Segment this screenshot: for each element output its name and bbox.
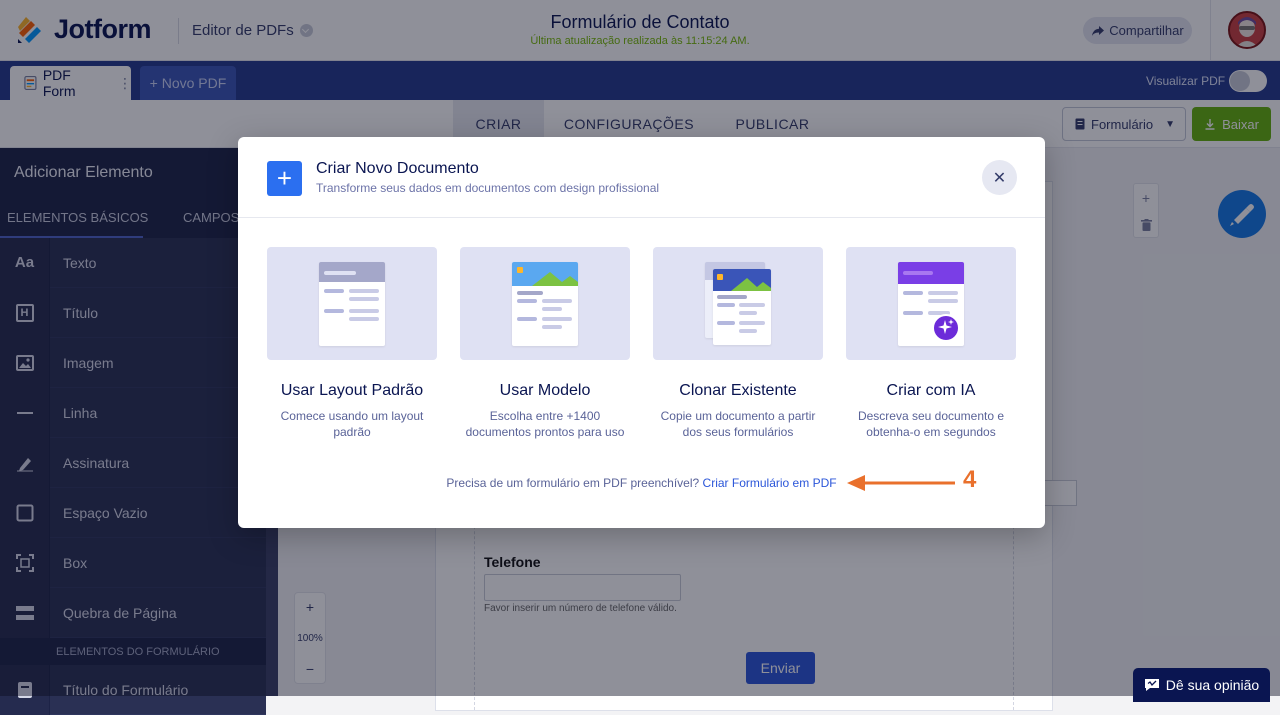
default-layout-illustration [267, 247, 437, 360]
modal-divider [238, 217, 1045, 218]
fillable-pdf-question: Precisa de um formulário em PDF preenchí… [446, 476, 700, 490]
option-create-with-ai[interactable]: Criar com IA Descreva seu documento e ob… [846, 247, 1016, 440]
feedback-label: Dê sua opinião [1165, 677, 1260, 693]
create-fillable-pdf-link[interactable]: Criar Formulário em PDF [703, 476, 837, 490]
close-button[interactable]: ✕ [982, 160, 1017, 195]
ai-illustration [846, 247, 1016, 360]
option-title: Usar Modelo [499, 382, 591, 399]
option-description: Copie um documento a partir dos seus for… [660, 409, 816, 439]
option-description: Escolha entre +1400 documentos prontos p… [465, 409, 625, 439]
clone-illustration [653, 247, 823, 360]
option-title: Criar com IA [886, 382, 976, 399]
feedback-icon [1144, 679, 1159, 691]
option-default-layout[interactable]: Usar Layout Padrão Comece usando um layo… [267, 247, 437, 440]
option-description: Comece usando um layout padrão [280, 409, 424, 439]
option-use-template[interactable]: Usar Modelo Escolha entre +1400 document… [460, 247, 630, 440]
feedback-button[interactable]: Dê sua opinião [1133, 668, 1270, 702]
annotation-arrow [847, 475, 955, 491]
option-clone-existing[interactable]: Clonar Existente Copie um documento a pa… [653, 247, 823, 440]
sparkle-icon [932, 314, 960, 342]
plus-icon: + [267, 161, 302, 196]
close-icon: ✕ [992, 169, 1007, 187]
annotation-number: 4 [963, 466, 977, 493]
option-description: Descreva seu documento e obtenha-o em se… [857, 409, 1005, 439]
option-title: Usar Layout Padrão [280, 382, 424, 399]
template-illustration [460, 247, 630, 360]
modal-title: Criar Novo Documento [316, 160, 479, 177]
option-title: Clonar Existente [679, 382, 797, 399]
modal-subtitle: Transforme seus dados em documentos com … [316, 181, 660, 195]
create-document-modal: + Criar Novo Documento Transforme seus d… [238, 137, 1045, 528]
